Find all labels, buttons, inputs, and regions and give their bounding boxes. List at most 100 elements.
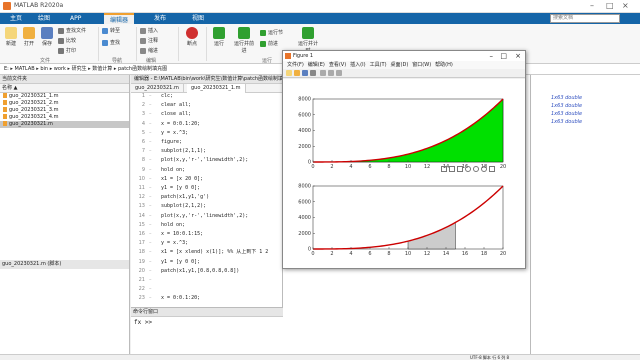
code-line[interactable]: 14– plot(x,y,'r-','linewidth',2); [131,213,283,220]
code-line[interactable]: 20– patch(x1,y1,[0.8,0.8,0.8]) [131,268,283,275]
find-files-button[interactable]: 查找文件 [58,27,86,34]
run-advance-button[interactable]: 运行并前进 [232,27,256,54]
x-tick-label: 4 [349,164,352,170]
advance-button[interactable]: 前进 [260,40,278,47]
tab-editor[interactable]: 编辑器 [104,13,135,24]
tab-home[interactable]: 主页 [4,13,28,24]
compare-button[interactable]: 比较 [58,37,76,44]
menu-help[interactable]: 帮助(H) [435,62,453,68]
command-window[interactable]: 命令行窗口 fx >> [131,307,283,360]
save-button[interactable]: 保存 [39,27,55,47]
open-button[interactable]: 打开 [21,27,37,47]
file-item-selected[interactable]: guo_20230321.m [0,121,129,128]
datatip-icon[interactable] [449,166,455,172]
breakpoints-button[interactable]: 断点 [182,27,202,47]
name-column-header[interactable]: 名称 ▲ [0,84,129,93]
file-item[interactable]: guo_20230321_3.m [0,107,129,114]
menu-window[interactable]: 窗口(W) [412,62,431,68]
run-button[interactable]: 运行 [210,27,228,47]
save-icon[interactable] [302,70,308,76]
menu-insert[interactable]: 插入(I) [350,62,365,68]
run-advance-icon [238,27,250,39]
brush-icon[interactable] [441,166,447,172]
code-line[interactable]: 2– clear all; [131,102,283,109]
insert-button[interactable]: 插入 [140,27,158,34]
search-input[interactable]: 搜索文档 [550,14,620,23]
pan-icon[interactable] [465,166,471,172]
editor-tab[interactable]: guo_20230321.m [131,84,184,93]
file-item[interactable]: guo_20230321_2.m [0,100,129,107]
file-item[interactable]: guo_20230321_1.m [0,93,129,100]
figure-minimize-button[interactable]: – [490,51,494,61]
code-line[interactable]: 21– [131,277,283,284]
tab-plots[interactable]: 绘图 [32,13,56,24]
new-button[interactable]: 新建 [3,27,19,47]
file-item[interactable]: guo_20230321_4.m [0,114,129,121]
code-text: patch(x1,y1,'g') [161,194,210,201]
code-line[interactable]: 8– plot(x,y,'r-','linewidth',2); [131,157,283,164]
divider [98,27,99,61]
rotate-icon[interactable] [457,166,463,172]
print-icon[interactable] [310,70,316,76]
tab-apps[interactable]: APP [64,13,87,24]
goto-button[interactable]: 转至 [102,27,120,34]
open-icon[interactable] [294,70,300,76]
code-line[interactable]: 13– subplot(2,1,2); [131,203,283,210]
legend-icon[interactable] [336,70,342,76]
code-line[interactable]: 5– y = x.^3; [131,130,283,137]
menu-file[interactable]: 文件(F) [287,62,304,68]
figure-maximize-button[interactable]: □ [500,51,507,61]
code-line[interactable]: 11– y1 = [y 0 0]; [131,185,283,192]
home-icon[interactable] [489,166,495,172]
indent-button[interactable]: 缩进 [140,47,158,54]
code-line[interactable]: 15– hold on; [131,222,283,229]
code-line[interactable]: 4– x = 0:0.1:20; [131,121,283,128]
code-line[interactable]: 19– y1 = [y 0 0]; [131,259,283,266]
tab-publish[interactable]: 发布 [148,13,172,24]
code-line[interactable]: 23– x = 0:0.1:20; [131,295,283,302]
menu-edit[interactable]: 编辑(E) [308,62,325,68]
figure-titlebar[interactable]: Figure 1 – □ × [283,51,525,61]
line-number: 10 [138,175,145,182]
code-line[interactable]: 17– y = x.^3; [131,240,283,247]
link-icon[interactable] [320,70,326,76]
code-line[interactable]: 12– patch(x1,y1,'g') [131,194,283,201]
code-line[interactable]: 3– close all; [131,111,283,118]
x-tick-label: 4 [349,251,352,257]
menu-view[interactable]: 查看(V) [329,62,346,68]
new-figure-icon[interactable] [286,70,292,76]
tab-view[interactable]: 视图 [186,13,210,24]
code-line[interactable]: 10– x1 = [x 20 0]; [131,176,283,183]
line-number: 17 [138,240,145,247]
code-line[interactable]: 16– x = 10:0.1:15; [131,231,283,238]
code-line[interactable]: 6– figure; [131,139,283,146]
x-tick-label: 2 [330,251,333,257]
comment-button[interactable]: 注释 [140,37,158,44]
figure-close-button[interactable]: × [515,51,521,61]
menu-tools[interactable]: 工具(T) [370,62,387,68]
zoom-in-icon[interactable] [473,166,479,172]
print-button[interactable]: 打印 [58,47,76,54]
find-button[interactable]: 查找 [102,39,120,46]
command-prompt[interactable]: fx >> [131,317,283,328]
window-title: MATLAB R2020a [14,2,64,9]
code-line[interactable]: 22– [131,286,283,293]
code-line[interactable]: 9– hold on; [131,167,283,174]
zoom-out-icon[interactable] [481,166,487,172]
close-button[interactable]: × [622,1,629,10]
run-section-button[interactable]: 运行节 [260,29,283,36]
save-label: 保存 [41,41,52,47]
code-line[interactable]: 18– x1 = [x xlend) x(1)]; %% 从上到下 1 2 [131,249,283,256]
menu-desktop[interactable]: 桌面(D) [391,62,409,68]
colorbar-icon[interactable] [328,70,334,76]
editor-tab-active[interactable]: guo_20230321_1.m [187,84,246,93]
code-line[interactable]: 7– subplot(2,1,1); [131,148,283,155]
timer-icon [302,27,314,39]
matlab-logo-icon [3,2,11,10]
maximize-button[interactable]: □ [606,1,614,10]
code-line[interactable]: 1– clc; [131,93,283,100]
title-bar: MATLAB R2020a – □ × [0,0,640,13]
minimize-button[interactable]: – [590,1,594,10]
code-area[interactable]: 1– clc; 2– clear all; 3– close all; 4– x = 0:0.… [131,93,283,307]
figure-window[interactable]: Figure 1 – □ × 文件(F) 编辑(E) 查看(V) 插入(I) 工具(T)… [282,50,526,269]
